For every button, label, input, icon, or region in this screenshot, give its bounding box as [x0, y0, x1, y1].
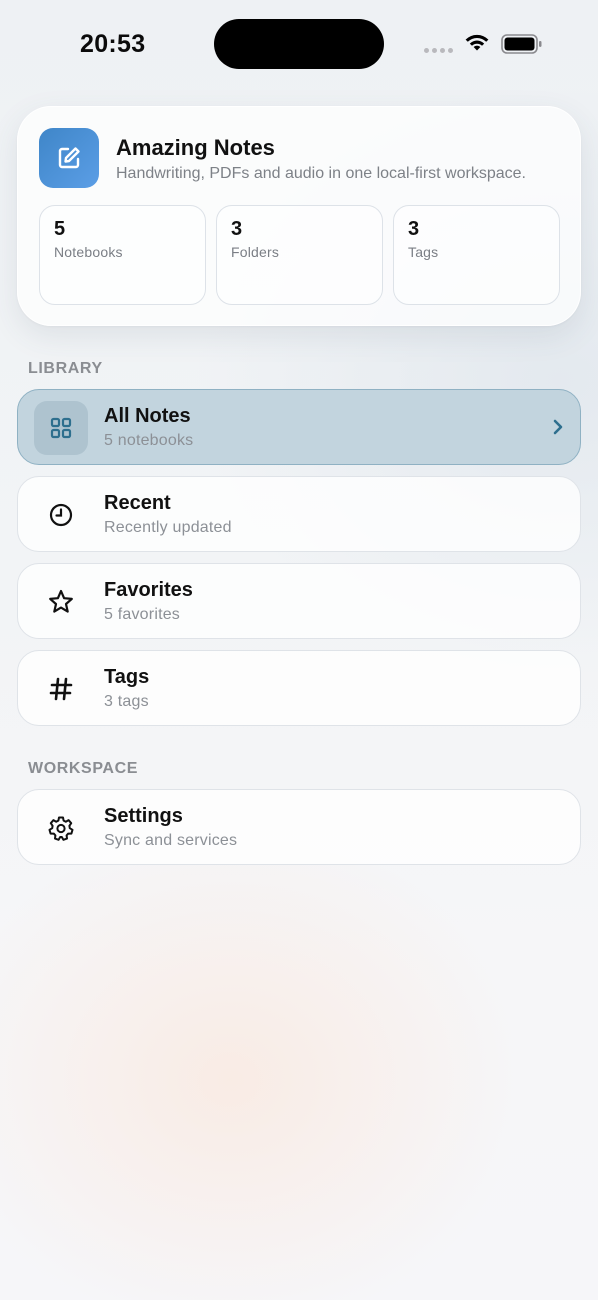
stat-label: Notebooks	[54, 244, 123, 260]
stat-tags[interactable]: 3 Tags	[393, 205, 560, 305]
icon-container	[34, 488, 88, 542]
compose-icon	[58, 147, 80, 169]
app-subtitle: Handwriting, PDFs and audio in one local…	[116, 165, 526, 182]
status-time: 20:53	[80, 30, 146, 58]
library-item-all-notes[interactable]: All Notes 5 notebooks	[17, 389, 581, 465]
stat-value: 5	[54, 218, 66, 240]
star-icon	[49, 589, 73, 613]
workspace-item-settings[interactable]: Settings Sync and services	[17, 789, 581, 865]
section-label-library: LIBRARY	[28, 360, 103, 377]
row-subtitle: Recently updated	[104, 519, 232, 536]
app-logo	[39, 128, 99, 188]
app-header-card: Amazing Notes Handwriting, PDFs and audi…	[17, 106, 581, 326]
row-title: Settings	[104, 805, 183, 827]
library-item-favorites[interactable]: Favorites 5 favorites	[17, 563, 581, 639]
row-subtitle: 3 tags	[104, 693, 149, 710]
row-title: All Notes	[104, 405, 191, 427]
hash-icon	[49, 677, 73, 701]
icon-container	[34, 801, 88, 855]
status-bar: 20:53	[0, 0, 598, 90]
row-subtitle: Sync and services	[104, 832, 238, 849]
signal-icon	[424, 48, 453, 53]
gear-icon	[48, 816, 74, 841]
app-title: Amazing Notes	[116, 135, 275, 160]
clock-icon	[49, 503, 73, 527]
library-item-recent[interactable]: Recent Recently updated	[17, 476, 581, 552]
stat-label: Folders	[231, 244, 280, 260]
icon-container	[34, 401, 88, 455]
section-label-workspace: WORKSPACE	[28, 760, 138, 777]
dynamic-island	[214, 19, 384, 69]
stat-folders[interactable]: 3 Folders	[216, 205, 383, 305]
battery-icon	[501, 34, 542, 54]
row-subtitle: 5 notebooks	[104, 432, 194, 449]
stat-value: 3	[408, 218, 420, 240]
icon-container	[34, 662, 88, 716]
stat-notebooks[interactable]: 5 Notebooks	[39, 205, 206, 305]
chevron-right-icon	[553, 419, 563, 435]
row-title: Recent	[104, 492, 171, 514]
wifi-icon	[465, 34, 489, 51]
row-title: Favorites	[104, 579, 193, 601]
stat-value: 3	[231, 218, 243, 240]
icon-container	[34, 575, 88, 629]
row-subtitle: 5 favorites	[104, 606, 181, 623]
grid-icon	[50, 417, 72, 439]
row-title: Tags	[104, 666, 150, 688]
stat-label: Tags	[408, 244, 439, 260]
library-item-tags[interactable]: Tags 3 tags	[17, 650, 581, 726]
